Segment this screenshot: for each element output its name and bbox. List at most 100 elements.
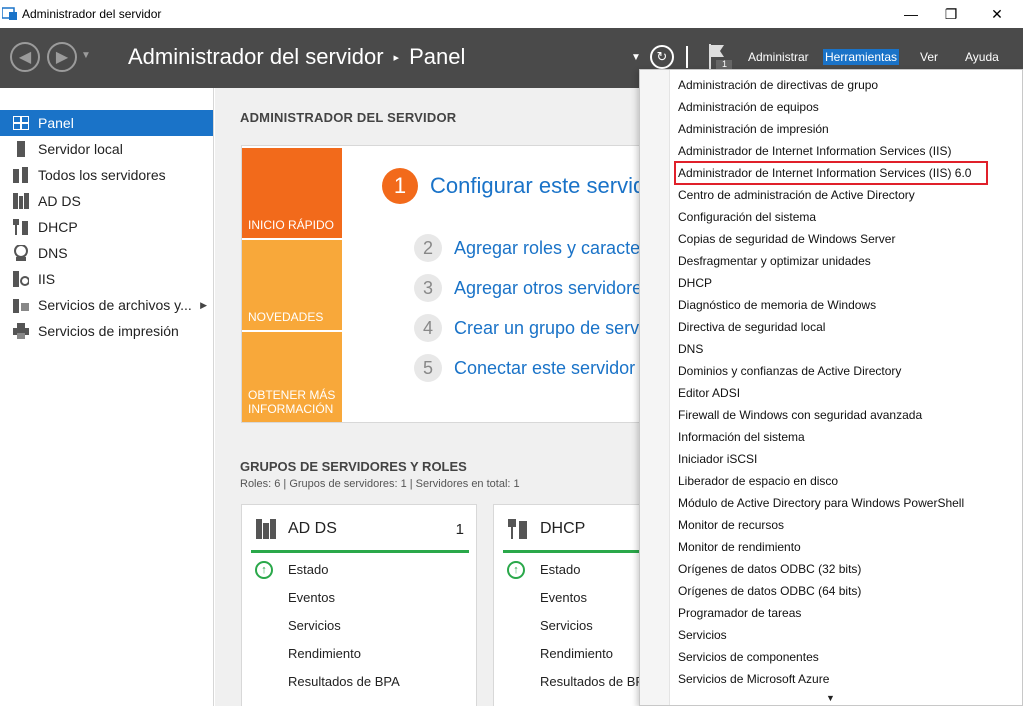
expand-arrow-icon[interactable]: ▶ — [200, 300, 207, 311]
page-title: ADMINISTRADOR DEL SERVIDOR — [240, 110, 457, 125]
window-titlebar: Administrador del servidor — ❐ ✕ — [0, 0, 1023, 28]
card-title: AD DS — [288, 520, 337, 537]
menu-item-comexp[interactable]: Servicios de componentes — [678, 646, 819, 668]
quick-start-panel: INICIO RÁPIDO NOVEDADES OBTENER MÁS INFO… — [241, 145, 814, 423]
close-button[interactable]: ✕ — [974, 0, 1020, 28]
tile-inicio-rapido[interactable]: INICIO RÁPIDO — [242, 148, 342, 238]
sidebar-item-servidor-local[interactable]: Servidor local — [0, 136, 213, 162]
history-dropdown-icon[interactable]: ▼ — [81, 50, 91, 61]
card-row-bpa[interactable]: Resultados de BPA — [288, 674, 400, 689]
maximize-button[interactable]: ❐ — [928, 0, 974, 28]
menu-ayuda[interactable]: Ayuda — [965, 50, 999, 64]
adds-icon — [12, 193, 30, 209]
menu-item-highlight-box — [674, 161, 988, 185]
menu-item-gpo[interactable]: Administración de directivas de grupo — [678, 74, 878, 96]
menu-item-iis[interactable]: Administrador de Internet Information Se… — [678, 140, 951, 162]
sidebar-item-servicios-impresion[interactable]: Servicios de impresión — [0, 318, 213, 344]
step-number: 4 — [414, 314, 442, 342]
menu-item-printmgmt[interactable]: Administración de impresión — [678, 118, 829, 140]
card-row-estado[interactable]: Estado — [540, 562, 580, 577]
tools-dropdown-menu: Administración de directivas de grupo Ad… — [639, 69, 1023, 706]
sidebar-item-label: AD DS — [38, 193, 81, 209]
back-button[interactable]: ◀ — [10, 42, 40, 72]
dhcp-icon — [508, 519, 527, 539]
menu-item-ad-admin-center[interactable]: Centro de administración de Active Direc… — [678, 184, 915, 206]
menu-item-dns[interactable]: DNS — [678, 338, 703, 360]
notification-count: 1 — [722, 59, 728, 69]
menu-item-dhcp[interactable]: DHCP — [678, 272, 712, 294]
tile-label: NOVEDADES — [248, 310, 324, 324]
menu-item-cleanmgr[interactable]: Liberador de espacio en disco — [678, 470, 838, 492]
forward-button[interactable]: ▶ — [47, 42, 77, 72]
status-bar — [251, 550, 469, 553]
menu-ver[interactable]: Ver — [920, 50, 938, 64]
header-divider — [686, 46, 688, 68]
tile-label: INICIO RÁPIDO — [248, 218, 335, 232]
sidebar-item-servicios-archivos[interactable]: Servicios de archivos y... ▶ — [0, 292, 213, 318]
menu-item-ad-domains[interactable]: Dominios y confianzas de Active Director… — [678, 360, 901, 382]
card-header[interactable]: DHCP — [508, 519, 585, 539]
menu-item-taskschd[interactable]: Programador de tareas — [678, 602, 801, 624]
menu-item-iscsi[interactable]: Iniciador iSCSI — [678, 448, 757, 470]
card-row-bpa[interactable]: Resultados de BPA — [540, 674, 652, 689]
card-row-servicios[interactable]: Servicios — [288, 618, 341, 633]
menu-item-compmgmt[interactable]: Administración de equipos — [678, 96, 819, 118]
menu-herramientas[interactable]: Herramientas — [823, 49, 900, 65]
menu-item-defrag[interactable]: Desfragmentar y optimizar unidades — [678, 250, 871, 272]
adds-icon — [256, 519, 276, 539]
dashboard-icon — [12, 115, 30, 131]
card-row-estado[interactable]: Estado — [288, 562, 328, 577]
tile-obtener-info[interactable]: OBTENER MÁS INFORMACIÓN — [242, 332, 342, 422]
breadcrumb: Administrador del servidor ▸ Panel — [128, 44, 465, 70]
tile-label: OBTENER MÁS INFORMACIÓN — [248, 388, 336, 416]
breadcrumb-root[interactable]: Administrador del servidor — [128, 44, 384, 70]
refresh-button[interactable]: ↻ — [650, 45, 674, 69]
menu-item-azure[interactable]: Servicios de Microsoft Azure — [678, 668, 829, 690]
arrow-left-icon: ◀ — [18, 49, 32, 66]
tile-novedades[interactable]: NOVEDADES — [242, 240, 342, 330]
sidebar-item-label: Panel — [38, 115, 74, 131]
breadcrumb-dropdown-icon[interactable]: ▼ — [631, 52, 641, 63]
scroll-down-icon[interactable]: ▼ — [826, 693, 835, 703]
menu-item-firewall[interactable]: Firewall de Windows con seguridad avanza… — [678, 404, 922, 426]
menu-item-services[interactable]: Servicios — [678, 624, 727, 646]
sidebar-item-label: DNS — [38, 245, 68, 261]
card-row-eventos[interactable]: Eventos — [288, 590, 335, 605]
sidebar-item-todos-servidores[interactable]: Todos los servidores — [0, 162, 213, 188]
menu-item-perfmon[interactable]: Monitor de rendimiento — [678, 536, 801, 558]
menu-item-ad-powershell[interactable]: Módulo de Active Directory para Windows … — [678, 492, 964, 514]
sidebar-item-ad-ds[interactable]: AD DS — [0, 188, 213, 214]
sidebar-item-dns[interactable]: DNS — [0, 240, 213, 266]
role-card-ad-ds[interactable]: AD DS 1 ↑ Estado Eventos Servicios Rendi… — [241, 504, 477, 706]
sidebar-item-iis[interactable]: IIS — [0, 266, 213, 292]
arrow-right-icon: ▶ — [55, 49, 69, 66]
server-manager-app-icon — [2, 7, 17, 20]
sidebar-item-label: DHCP — [38, 219, 78, 235]
menu-item-odbc64[interactable]: Orígenes de datos ODBC (64 bits) — [678, 580, 861, 602]
menu-item-odbc32[interactable]: Orígenes de datos ODBC (32 bits) — [678, 558, 861, 580]
card-header[interactable]: AD DS — [256, 519, 337, 539]
sidebar-item-dhcp[interactable]: DHCP — [0, 214, 213, 240]
menu-item-msconfig[interactable]: Configuración del sistema — [678, 206, 816, 228]
status-up-icon: ↑ — [255, 561, 273, 579]
menu-item-memdiag[interactable]: Diagnóstico de memoria de Windows — [678, 294, 876, 316]
step-number: 3 — [414, 274, 442, 302]
sidebar-item-label: IIS — [38, 271, 56, 287]
menu-administrar[interactable]: Administrar — [748, 50, 809, 64]
card-row-eventos[interactable]: Eventos — [540, 590, 587, 605]
refresh-icon: ↻ — [656, 49, 668, 64]
card-row-servicios[interactable]: Servicios — [540, 618, 593, 633]
menu-item-wbadmin[interactable]: Copias de seguridad de Windows Server — [678, 228, 895, 250]
menu-item-secpol[interactable]: Directiva de seguridad local — [678, 316, 825, 338]
card-row-rendimiento[interactable]: Rendimiento — [540, 646, 613, 661]
menu-item-msinfo[interactable]: Información del sistema — [678, 426, 805, 448]
groups-title: GRUPOS DE SERVIDORES Y ROLES — [240, 459, 467, 474]
server-icon — [12, 141, 30, 157]
sidebar-item-panel[interactable]: Panel — [0, 110, 213, 136]
menu-item-resmon[interactable]: Monitor de recursos — [678, 514, 784, 536]
iis-icon — [12, 271, 30, 287]
menu-gutter — [640, 70, 670, 705]
menu-item-adsi[interactable]: Editor ADSI — [678, 382, 740, 404]
card-row-rendimiento[interactable]: Rendimiento — [288, 646, 361, 661]
dhcp-icon — [12, 219, 30, 235]
